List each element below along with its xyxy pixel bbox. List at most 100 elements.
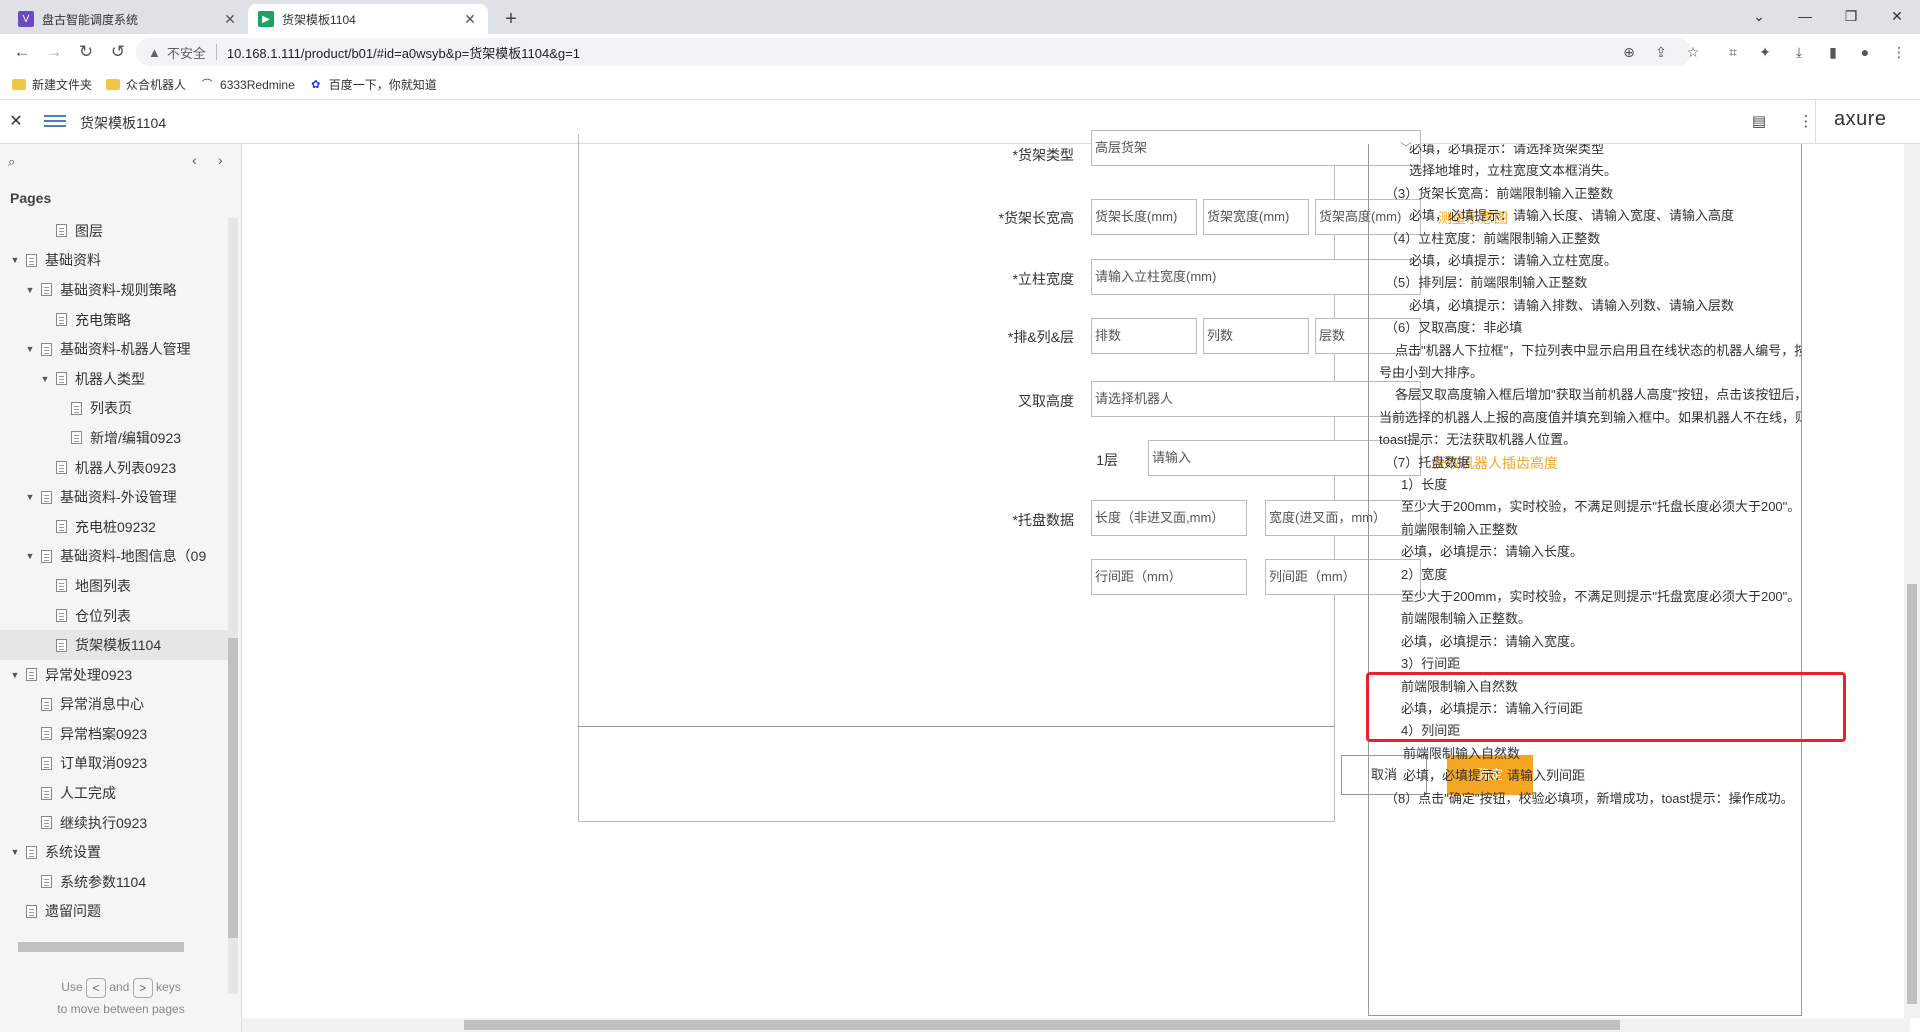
prev-page-icon[interactable]: ‹ bbox=[192, 152, 197, 168]
more-menu-icon[interactable]: ⋮ bbox=[1885, 38, 1913, 66]
search-icon[interactable]: ⌕ bbox=[8, 154, 15, 170]
scroll-thumb[interactable] bbox=[18, 942, 184, 952]
sidebar-page-item[interactable]: 系统参数1104 bbox=[0, 867, 232, 897]
sidebar-page-item[interactable]: 货架模板1104 bbox=[0, 630, 232, 660]
browser-toolbar: ← → ↻ ↺ ▲ 不安全 10.168.1.111/product/b01/#… bbox=[0, 34, 1920, 70]
sidebar-page-item[interactable]: 充电桩09232 bbox=[0, 512, 232, 542]
sidebar-page-item[interactable]: 仓位列表 bbox=[0, 601, 232, 631]
page-icon bbox=[56, 313, 67, 327]
sidebar-page-item[interactable]: ▼ 异常处理0923 bbox=[0, 660, 232, 690]
new-tab-button[interactable]: + bbox=[498, 6, 524, 32]
row-spacing-input[interactable]: 行间距（mm） bbox=[1091, 559, 1247, 595]
expand-caret-icon[interactable]: ▼ bbox=[23, 285, 37, 295]
sidebar-item-label: 新增/编辑0923 bbox=[90, 429, 182, 446]
sidebar-page-item[interactable]: ▼ 系统设置 bbox=[0, 837, 232, 867]
expand-caret-icon[interactable]: ▼ bbox=[23, 551, 37, 561]
more-options-icon[interactable]: ⋮ bbox=[1795, 112, 1817, 132]
url-text[interactable]: 10.168.1.111/product/b01/#id=a0wsyb&p=货架… bbox=[227, 43, 580, 62]
bookmark-folder[interactable]: 新建文件夹 bbox=[12, 76, 92, 93]
expand-caret-icon[interactable]: ▼ bbox=[38, 374, 52, 384]
sidebar-page-item[interactable]: 图层 bbox=[0, 216, 232, 246]
download-icon[interactable]: ⤓ bbox=[1785, 38, 1813, 66]
page-icon bbox=[56, 609, 67, 623]
sidebar-page-item[interactable]: 异常消息中心 bbox=[0, 690, 232, 720]
restore-button[interactable]: ❐ bbox=[1828, 2, 1874, 30]
sidebar-page-item[interactable]: ▼ 基础资料 bbox=[0, 246, 232, 276]
sidebar-page-item[interactable]: 机器人列表0923 bbox=[0, 453, 232, 483]
address-bar[interactable]: ▲ 不安全 10.168.1.111/product/b01/#id=a0wsy… bbox=[136, 38, 1692, 66]
sidebar-page-item[interactable]: ▼ 基础资料-规则策略 bbox=[0, 275, 232, 305]
select-value: 高层货架 bbox=[1095, 140, 1148, 155]
expand-caret-icon[interactable]: ▼ bbox=[23, 344, 37, 354]
shelf-type-label: *货架类型 bbox=[1012, 147, 1074, 163]
baidu-icon: ✿ bbox=[311, 78, 321, 91]
cols-input[interactable]: 列数 bbox=[1203, 318, 1309, 354]
sidebar-page-item[interactable]: 新增/编辑0923 bbox=[0, 423, 232, 453]
extensions-icon[interactable]: ✦ bbox=[1751, 38, 1779, 66]
notes-icon[interactable]: ▤ bbox=[1748, 112, 1770, 132]
canvas-horizontal-scrollbar[interactable] bbox=[242, 1018, 1910, 1032]
tab-close-icon[interactable]: ✕ bbox=[462, 11, 478, 27]
close-window-button[interactable]: ✕ bbox=[1874, 2, 1920, 30]
divider bbox=[215, 44, 217, 60]
sidebar-horizontal-scrollbar[interactable] bbox=[6, 942, 224, 952]
bookmark-link[interactable]: ✿ 百度一下，你就知道 bbox=[309, 76, 437, 93]
scroll-thumb[interactable] bbox=[464, 1020, 1620, 1030]
scroll-thumb[interactable] bbox=[228, 638, 238, 938]
sidebar-page-item[interactable]: 充电策略 bbox=[0, 305, 232, 335]
pallet-length-input[interactable]: 长度（非进叉面,mm） bbox=[1091, 500, 1247, 536]
sidebar-item-label: 充电策略 bbox=[75, 311, 131, 328]
expand-caret-icon[interactable]: ▼ bbox=[8, 255, 22, 265]
sidebar-item-label: 充电桩09232 bbox=[75, 518, 156, 535]
sidebar-item-label: 仓位列表 bbox=[75, 607, 131, 624]
sidebar-page-item[interactable]: ▼ 基础资料-外设管理 bbox=[0, 482, 232, 512]
zoom-icon[interactable]: ⊕ bbox=[1615, 38, 1643, 66]
shelf-width-input[interactable]: 货架宽度(mm) bbox=[1203, 199, 1309, 235]
profile-avatar-icon[interactable]: ● bbox=[1851, 38, 1879, 66]
note-line: 3）行间距 bbox=[1401, 656, 1461, 672]
reload-icon[interactable]: ↻ bbox=[72, 38, 100, 66]
back-arrow-icon[interactable]: ← bbox=[8, 38, 36, 66]
shelf-length-input[interactable]: 货架长度(mm) bbox=[1091, 199, 1197, 235]
expand-caret-icon[interactable]: ▼ bbox=[23, 492, 37, 502]
sidebar-page-item[interactable]: 地图列表 bbox=[0, 571, 232, 601]
expand-caret-icon[interactable]: ▼ bbox=[8, 847, 22, 857]
hamburger-menu-icon[interactable] bbox=[44, 112, 66, 132]
sidebar-page-item[interactable]: 继续执行0923 bbox=[0, 808, 232, 838]
layer-1-label: 1层 bbox=[1096, 452, 1118, 468]
close-panel-icon[interactable]: ✕ bbox=[6, 112, 26, 132]
undo-icon[interactable]: ↺ bbox=[104, 38, 132, 66]
canvas-vertical-scrollbar[interactable] bbox=[1904, 144, 1920, 1018]
bookmark-star-icon[interactable]: ☆ bbox=[1679, 38, 1707, 66]
sidebar-page-item[interactable]: ▼ 基础资料-地图信息（09 bbox=[0, 542, 232, 572]
browser-tab-bar: V 盘古智能调度系统 ✕ ▶ 货架模板1104 ✕ + ⌄ — ❐ ✕ bbox=[0, 0, 1920, 34]
next-page-icon[interactable]: › bbox=[218, 152, 223, 168]
sidebar-item-label: 图层 bbox=[75, 222, 103, 239]
sidebar-page-item[interactable]: ▼ 机器人类型 bbox=[0, 364, 232, 394]
sidebar-page-item[interactable]: 人工完成 bbox=[0, 778, 232, 808]
expand-caret-icon[interactable]: ▼ bbox=[8, 670, 22, 680]
sidebar-page-item[interactable]: 订单取消0923 bbox=[0, 749, 232, 779]
bookmark-link[interactable]: ⌒ 6333Redmine bbox=[200, 78, 295, 92]
rows-cols-layers-label: *排&列&层 bbox=[1007, 329, 1074, 345]
sidepanel-icon[interactable]: ▮ bbox=[1819, 38, 1847, 66]
scroll-thumb[interactable] bbox=[1907, 584, 1917, 1004]
fork-height-label: 叉取高度 bbox=[1018, 393, 1074, 409]
bookmark-folder[interactable]: 众合机器人 bbox=[106, 76, 186, 93]
tab-search-icon[interactable]: ⌄ bbox=[1736, 2, 1782, 30]
sidebar-page-item[interactable]: ▼ 基础资料-机器人管理 bbox=[0, 334, 232, 364]
browser-tab-shelf-template[interactable]: ▶ 货架模板1104 ✕ bbox=[248, 4, 488, 34]
sidebar-page-item[interactable]: 列表页 bbox=[0, 394, 232, 424]
minimize-button[interactable]: — bbox=[1782, 2, 1828, 30]
sidebar-page-item[interactable]: 遗留问题 bbox=[0, 897, 232, 927]
browser-tab-pangu[interactable]: V 盘古智能调度系统 ✕ bbox=[8, 4, 248, 34]
sidebar-page-item[interactable]: 异常档案0923 bbox=[0, 719, 232, 749]
pillar-width-label: *立柱宽度 bbox=[1012, 271, 1074, 287]
crop-icon[interactable]: ⌗ bbox=[1719, 38, 1747, 66]
share-icon[interactable]: ⇪ bbox=[1647, 38, 1675, 66]
tab-close-icon[interactable]: ✕ bbox=[222, 11, 238, 27]
forward-arrow-icon[interactable]: → bbox=[40, 38, 68, 66]
sidebar-scrollbar[interactable] bbox=[228, 218, 238, 994]
folder-icon bbox=[106, 79, 121, 90]
rows-input[interactable]: 排数 bbox=[1091, 318, 1197, 354]
